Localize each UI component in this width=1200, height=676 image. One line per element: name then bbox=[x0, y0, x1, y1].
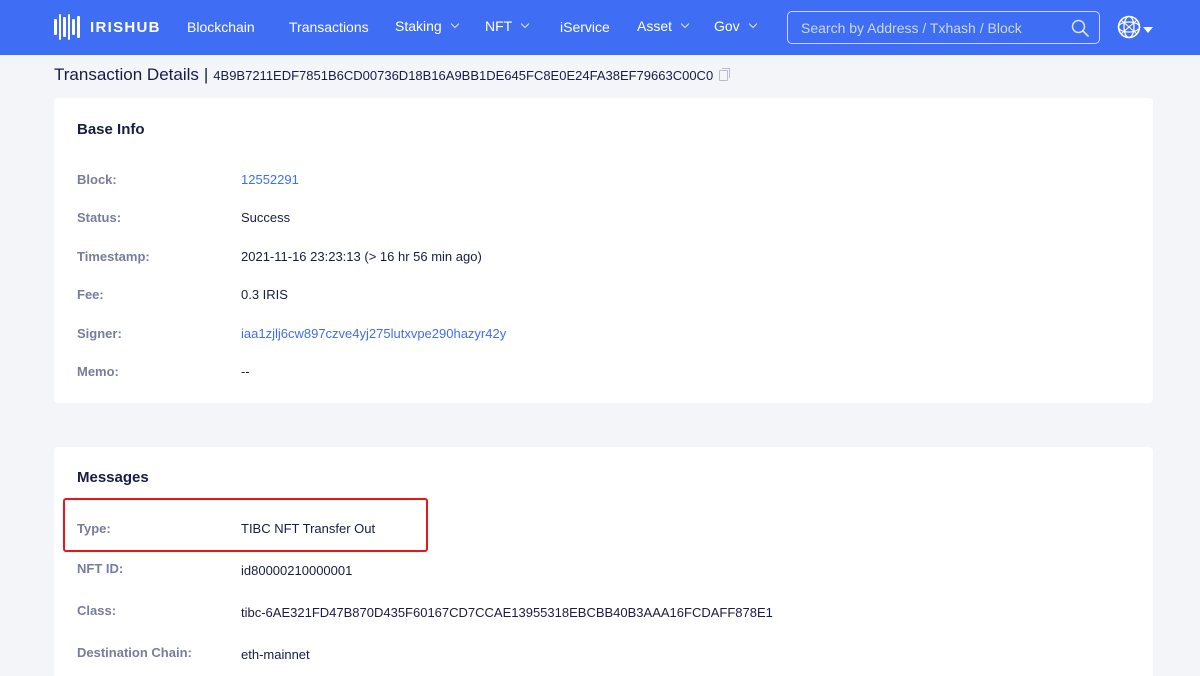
brand-name: IRISHUB bbox=[90, 18, 161, 36]
chevron-down-icon bbox=[680, 19, 690, 29]
chevron-down-icon bbox=[520, 19, 530, 29]
signer-link[interactable]: iaa1zjlj6cw897czve4yj275lutxvpe290hazyr4… bbox=[241, 326, 506, 341]
type-highlight-box bbox=[63, 498, 428, 552]
brand-logo[interactable]: IRISHUB bbox=[54, 14, 161, 40]
block-label: Block: bbox=[77, 172, 117, 187]
globe-icon[interactable] bbox=[1117, 15, 1141, 39]
nft-id-value: id80000210000001 bbox=[241, 563, 353, 578]
search-box bbox=[787, 11, 1100, 44]
class-label: Class: bbox=[77, 603, 117, 618]
base-info-card: Base Info Block: 12552291 Status: Succes… bbox=[54, 98, 1153, 403]
nav-gov[interactable]: Gov bbox=[714, 17, 757, 35]
logo-bars-icon bbox=[54, 14, 82, 40]
nav-asset[interactable]: Asset bbox=[637, 17, 690, 35]
memo-value: -- bbox=[241, 364, 250, 379]
nft-id-label: NFT ID: bbox=[77, 561, 124, 576]
search-icon[interactable] bbox=[1071, 19, 1089, 37]
timestamp-label: Timestamp: bbox=[77, 249, 150, 264]
messages-title: Messages bbox=[77, 469, 149, 486]
nav-nft[interactable]: NFT bbox=[485, 17, 530, 35]
memo-label: Memo: bbox=[77, 364, 119, 379]
status-value: Success bbox=[241, 210, 291, 225]
top-nav: IRISHUB Blockchain Transactions Staking … bbox=[0, 0, 1200, 55]
messages-card: Messages Type: TIBC NFT Transfer Out NFT… bbox=[54, 447, 1153, 676]
timestamp-value: 2021-11-16 23:23:13 (> 16 hr 56 min ago) bbox=[241, 249, 482, 264]
title-separator: | bbox=[203, 65, 209, 84]
page-title: Transaction Details bbox=[54, 65, 199, 84]
search-input[interactable] bbox=[788, 12, 1063, 43]
page-header: Transaction Details | 4B9B7211EDF7851B6C… bbox=[54, 64, 731, 86]
fee-value: 0.3 IRIS bbox=[241, 287, 288, 302]
nav-staking[interactable]: Staking bbox=[395, 17, 459, 35]
destination-chain-label: Destination Chain: bbox=[77, 645, 192, 660]
chevron-down-icon bbox=[450, 19, 459, 29]
nav-blockchain[interactable]: Blockchain bbox=[187, 18, 255, 36]
base-info-title: Base Info bbox=[77, 121, 145, 138]
caret-down-icon[interactable] bbox=[1143, 27, 1153, 33]
status-label: Status: bbox=[77, 210, 122, 225]
signer-label: Signer: bbox=[77, 326, 122, 341]
copy-icon[interactable] bbox=[719, 67, 731, 81]
fee-label: Fee: bbox=[77, 287, 104, 302]
block-link[interactable]: 12552291 bbox=[241, 172, 299, 187]
class-value: tibc-6AE321FD47B870D435F60167CD7CCAE1395… bbox=[241, 605, 773, 620]
nav-transactions[interactable]: Transactions bbox=[289, 18, 369, 36]
tx-hash: 4B9B7211EDF7851B6CD00736D18B16A9BB1DE645… bbox=[213, 67, 714, 83]
destination-chain-value: eth-mainnet bbox=[241, 647, 310, 662]
chevron-down-icon bbox=[748, 19, 757, 29]
nav-iservice[interactable]: iService bbox=[560, 18, 610, 36]
